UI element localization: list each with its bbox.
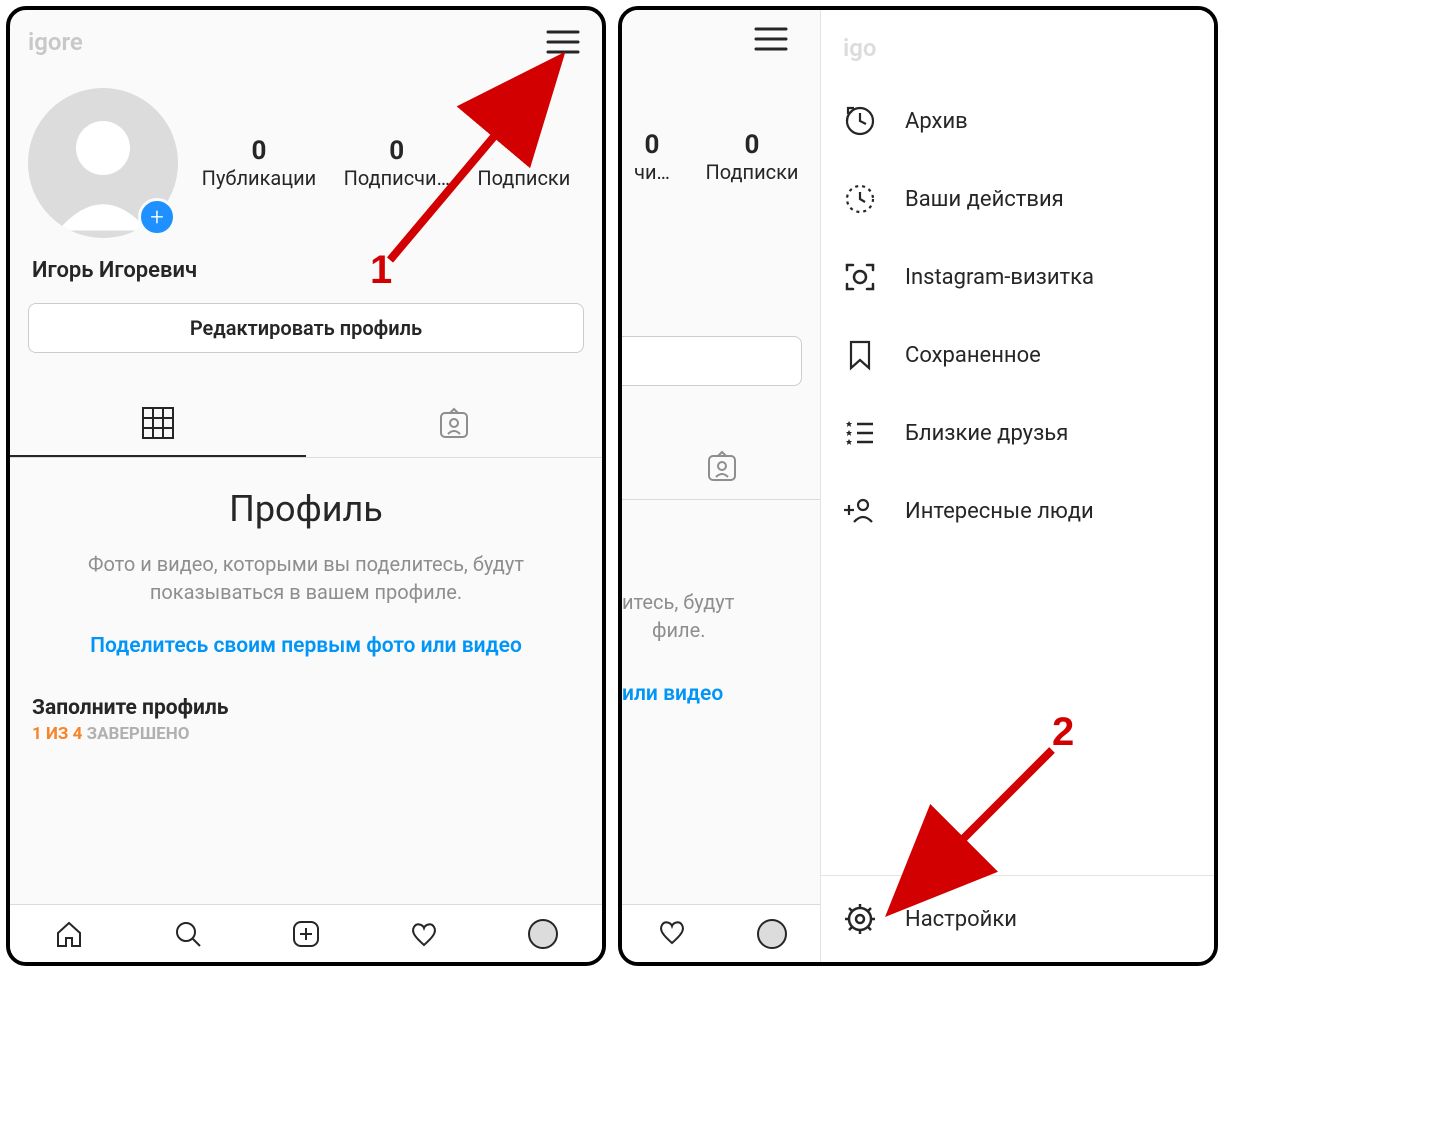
bottom-nav: [10, 904, 602, 962]
username-label: igore: [28, 28, 83, 56]
drawer-label: Близкие друзья: [905, 421, 1068, 446]
drawer-username: igo: [821, 24, 1214, 82]
nav-profile-bg: [757, 919, 787, 949]
discover-people-icon: [843, 494, 877, 528]
edit-profile-button[interactable]: Редактировать профиль: [28, 303, 584, 353]
display-name: Игорь Игоревич: [10, 248, 602, 303]
avatar[interactable]: +: [28, 88, 178, 238]
edit-button-bg: ь: [618, 336, 802, 386]
tab-grid[interactable]: [10, 391, 306, 457]
empty-text: Фото и видео, которыми вы поделитесь, бу…: [50, 550, 562, 606]
following-count-bg: 0: [682, 130, 822, 160]
side-drawer: igo Архив Ваши действия Instagram-визитк…: [820, 10, 1214, 962]
stat-followers[interactable]: 0 Подписчи…: [344, 136, 450, 190]
drawer-label: Интересные люди: [905, 499, 1094, 524]
drawer-item-nametag[interactable]: Instagram-визитка: [821, 238, 1214, 316]
drawer-item-archive[interactable]: Архив: [821, 82, 1214, 160]
nav-activity[interactable]: [403, 913, 445, 955]
complete-profile-title: Заполните профиль: [32, 696, 580, 720]
tab-tagged-bg: [622, 435, 822, 500]
stat-posts[interactable]: 0 Публикации: [202, 136, 317, 190]
search-icon: [173, 919, 203, 949]
hamburger-icon: [754, 26, 788, 52]
followers-label: Подписчи…: [344, 166, 450, 190]
heart-icon: [657, 917, 687, 947]
followers-count: 0: [344, 136, 450, 166]
plus-icon: +: [150, 203, 164, 231]
following-label-bg: Подписки: [682, 160, 822, 184]
drawer-item-saved[interactable]: Сохраненное: [821, 316, 1214, 394]
home-icon: [54, 919, 84, 949]
grid-icon: [140, 405, 176, 441]
profile-avatar-icon: [528, 919, 558, 949]
drawer-item-discover[interactable]: Интересные люди: [821, 472, 1214, 550]
drawer-label: Ваши действия: [905, 187, 1064, 212]
tab-tagged[interactable]: [306, 391, 602, 457]
hamburger-icon: [546, 29, 580, 55]
posts-count: 0: [202, 136, 317, 166]
menu-button-bg: [750, 22, 792, 56]
add-post-icon: [291, 919, 321, 949]
top-bar: igore: [10, 10, 602, 68]
drawer-label: Instagram-визитка: [905, 265, 1094, 290]
profile-tabs: [10, 391, 602, 458]
nav-activity-bg: [657, 917, 687, 951]
stat-following[interactable]: 0 Подписки: [477, 136, 570, 190]
archive-icon: [843, 104, 877, 138]
profile-screen: igore + 0 Публикации: [6, 6, 606, 966]
share-first-link[interactable]: Поделитесь своим первым фото или видео: [50, 634, 562, 658]
empty-text-bg2: филе.: [622, 618, 822, 642]
add-story-button[interactable]: +: [138, 198, 176, 236]
posts-label: Публикации: [202, 166, 317, 190]
drawer-item-settings[interactable]: Настройки: [821, 880, 1214, 958]
close-friends-icon: [843, 416, 877, 450]
menu-button[interactable]: [542, 25, 584, 59]
nav-profile[interactable]: [522, 913, 564, 955]
tagged-icon: [436, 406, 472, 442]
complete-profile-progress: 1 ИЗ 4 ЗАВЕРШЕНО: [32, 724, 580, 744]
nav-home[interactable]: [48, 913, 90, 955]
drawer-item-close-friends[interactable]: Близкие друзья: [821, 394, 1214, 472]
bookmark-icon: [843, 338, 877, 372]
drawer-screen: 0 чи… 0 Подписки ь итесь, будут филе. ил…: [618, 6, 1218, 966]
drawer-label: Сохраненное: [905, 343, 1041, 368]
empty-text-bg1: итесь, будут: [622, 590, 822, 614]
tagged-icon: [704, 449, 740, 485]
empty-title: Профиль: [50, 488, 562, 530]
drawer-label: Настройки: [905, 907, 1017, 932]
drawer-label: Архив: [905, 109, 968, 134]
drawer-item-activity[interactable]: Ваши действия: [821, 160, 1214, 238]
heart-icon: [409, 919, 439, 949]
nametag-icon: [843, 260, 877, 294]
nav-search[interactable]: [167, 913, 209, 955]
following-count: 0: [477, 136, 570, 166]
profile-avatar-icon: [757, 919, 787, 949]
gear-icon: [843, 902, 877, 936]
following-label: Подписки: [477, 166, 570, 190]
empty-link-bg: или видео: [622, 682, 822, 706]
activity-icon: [843, 182, 877, 216]
nav-add[interactable]: [285, 913, 327, 955]
